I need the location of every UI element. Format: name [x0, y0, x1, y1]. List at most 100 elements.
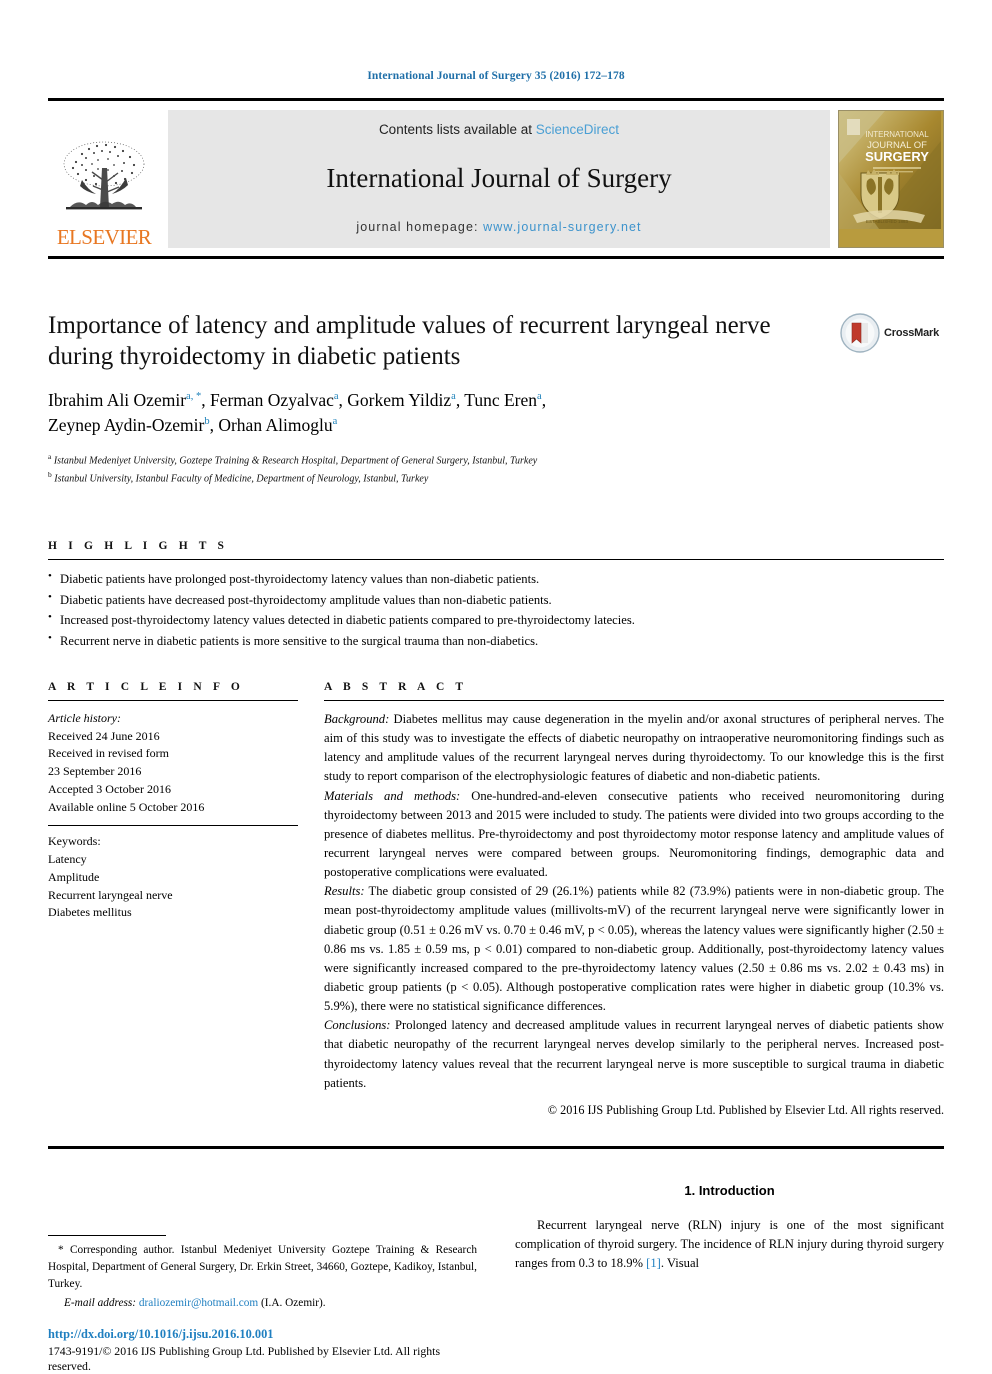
journal-title: International Journal of Surgery	[326, 163, 672, 193]
page-title: Importance of latency and amplitude valu…	[48, 312, 771, 370]
author-item: Orhan Alimoglua	[218, 415, 337, 435]
keyword-item: Recurrent laryngeal nerve	[48, 887, 173, 902]
article-page: International Journal of Surgery 35 (201…	[0, 0, 992, 1373]
list-item: Increased post-thyroidectomy latency val…	[48, 609, 944, 630]
author-name: Gorkem Yildiz	[347, 390, 452, 410]
author-item: Ibrahim Ali Ozemira, *	[48, 390, 201, 410]
journal-cover-art: INTERNATIONAL JOURNAL OF SURGERY ESTABLI…	[839, 111, 941, 229]
article-history-item: Received 24 June 2016	[48, 728, 160, 743]
elsevier-tree-icon	[63, 141, 145, 210]
abstract-paragraph: Materials and methods: One-hundred-and-e…	[324, 787, 944, 883]
journal-homepage-line: journal homepage: www.journal-surgery.ne…	[356, 220, 641, 234]
svg-text:ESTABLISHED 1883: ESTABLISHED 1883	[866, 219, 908, 224]
author-affiliation-marks: b	[204, 416, 210, 428]
abstract-bottom-divider	[48, 1145, 944, 1149]
journal-banner: ELSEVIER Contents lists available at Sci…	[48, 98, 944, 259]
info-abstract-row: A R T I C L E I N F O Article history: R…	[48, 681, 944, 1118]
keyword-item: Diabetes mellitus	[48, 905, 132, 920]
author-name: Orhan Alimoglu	[218, 415, 333, 436]
crossmark-icon	[840, 313, 880, 353]
author-affiliation-marks: a	[333, 391, 339, 403]
corresponding-details: Corresponding author. Istanbul Medeniyet…	[48, 1243, 477, 1291]
list-item: Diabetic patients have decreased post-th…	[48, 589, 944, 610]
email-link[interactable]: draliozemir@hotmail.com	[139, 1297, 258, 1309]
author-affiliation-marks: a, *	[186, 391, 202, 403]
article-history-item: Accepted 3 October 2016	[48, 781, 171, 796]
email-owner: (I.A. Ozemir).	[260, 1297, 326, 1310]
sciencedirect-link[interactable]: ScienceDirect	[536, 122, 619, 137]
running-head: International Journal of Surgery 35 (201…	[367, 70, 625, 82]
crossmark-badge[interactable]: CrossMark	[840, 311, 944, 355]
corresponding-author-text: * Corresponding author. Istanbul Medeniy…	[48, 1242, 477, 1293]
abstract-divider	[324, 699, 944, 701]
abstract-heading: A B S T R A C T	[324, 680, 468, 693]
author-affiliation-marks: a	[451, 391, 456, 403]
affiliation-item: b Istanbul University, Istanbul Faculty …	[48, 469, 944, 487]
email-line: E-mail address: draliozemir@hotmail.com …	[48, 1297, 477, 1309]
elsevier-wordmark: ELSEVIER	[56, 225, 152, 249]
highlights-list: Diabetic patients have prolonged post-th…	[48, 568, 944, 651]
introduction-paragraph: Recurrent laryngeal nerve (RLN) injury i…	[515, 1216, 944, 1273]
banner-center: Contents lists available at ScienceDirec…	[168, 110, 830, 248]
doi-link[interactable]: http://dx.doi.org/10.1016/j.ijsu.2016.10…	[48, 1327, 477, 1342]
abstract-text: The diabetic group consisted of 29 (26.1…	[324, 884, 944, 1014]
footnote-rule	[48, 1234, 166, 1236]
author-name: Ibrahim Ali Ozemir	[48, 390, 187, 410]
title-block: CrossMark Importance of latency and ampl…	[48, 311, 944, 486]
keywords-divider	[48, 825, 298, 827]
article-history-item: 23 September 2016	[48, 764, 142, 779]
issn-copyright-line: 1743-9191/© 2016 IJS Publishing Group Lt…	[48, 1344, 441, 1374]
abstract-section: A B S T R A C T Background: Diabetes mel…	[324, 681, 944, 1118]
highlights-section: H I G H L I G H T S Diabetic patients ha…	[48, 540, 944, 651]
article-info-section: A R T I C L E I N F O Article history: R…	[48, 681, 298, 1118]
crossmark-label: CrossMark	[884, 327, 940, 339]
author-affiliation-marks: a	[537, 391, 542, 403]
author-name: Zeynep Aydin-Ozemir	[48, 415, 205, 436]
abstract-label: Background:	[324, 711, 390, 726]
svg-text:INTERNATIONAL: INTERNATIONAL	[865, 130, 929, 139]
author-affiliation-marks: a	[332, 416, 338, 428]
abstract-label: Conclusions:	[324, 1018, 391, 1033]
keyword-item: Latency	[48, 852, 87, 867]
article-history-item: Available online 5 October 2016	[48, 799, 205, 814]
contents-prefix: Contents lists available at	[378, 122, 536, 137]
article-history-label: Article history:	[48, 710, 121, 725]
svg-text:SURGERY: SURGERY	[865, 149, 929, 164]
abstract-text: Diabetes mellitus may cause degeneration…	[324, 711, 944, 784]
author-name: Ferman Ozyalvac	[209, 390, 334, 410]
affiliation-text: Istanbul Medeniyet University, Goztepe T…	[53, 455, 538, 467]
author-item: Gorkem Yildiza	[347, 390, 456, 410]
abstract-paragraph: Conclusions: Prolonged latency and decre…	[324, 1016, 944, 1093]
author-item: Ferman Ozyalvaca	[210, 390, 339, 410]
author-name: Tunc Eren	[464, 390, 538, 410]
affiliation-item: a Istanbul Medeniyet University, Goztepe…	[48, 451, 944, 469]
article-history-item: Received in revised form	[48, 746, 169, 761]
abstract-paragraph: Results: The diabetic group consisted of…	[324, 882, 944, 1016]
article-info-heading: A R T I C L E I N F O	[48, 680, 244, 693]
footnote-column: * Corresponding author. Istanbul Medeniy…	[48, 1183, 477, 1374]
introduction-text-part2: . Visual	[660, 1256, 700, 1271]
article-info-divider	[48, 699, 298, 701]
contents-available-line: Contents lists available at ScienceDirec…	[379, 122, 619, 137]
corresponding-marker: *	[58, 1243, 64, 1256]
affiliation-mark: b	[48, 469, 52, 479]
corresponding-author-note: * Corresponding author. Istanbul Medeniy…	[48, 1234, 477, 1309]
author-item: Zeynep Aydin-Ozemirb	[48, 415, 210, 435]
keywords-label: Keywords:	[48, 834, 101, 849]
highlights-heading: H I G H L I G H T S	[48, 540, 229, 553]
abstract-copyright: © 2016 IJS Publishing Group Ltd. Publish…	[547, 1102, 944, 1117]
article-history-block: Article history: Received 24 June 2016 R…	[48, 710, 298, 817]
highlights-divider	[48, 559, 944, 561]
journal-homepage-link[interactable]: www.journal-surgery.net	[483, 220, 641, 234]
email-label: E-mail address:	[64, 1297, 137, 1310]
homepage-prefix: journal homepage:	[356, 220, 484, 234]
abstract-label: Results:	[324, 884, 365, 899]
affiliation-text: Istanbul University, Istanbul Faculty of…	[54, 472, 429, 484]
section-heading-introduction: 1. Introduction	[684, 1182, 775, 1198]
list-item: Recurrent nerve in diabetic patients is …	[48, 630, 944, 651]
author-item: Tunc Erena	[464, 390, 541, 410]
abstract-paragraph: Background: Diabetes mellitus may cause …	[324, 710, 944, 787]
elsevier-logo: ELSEVIER	[48, 110, 160, 248]
keywords-block: Keywords: Latency Amplitude Recurrent la…	[48, 833, 298, 922]
citation-reference[interactable]: [1]	[646, 1256, 661, 1270]
